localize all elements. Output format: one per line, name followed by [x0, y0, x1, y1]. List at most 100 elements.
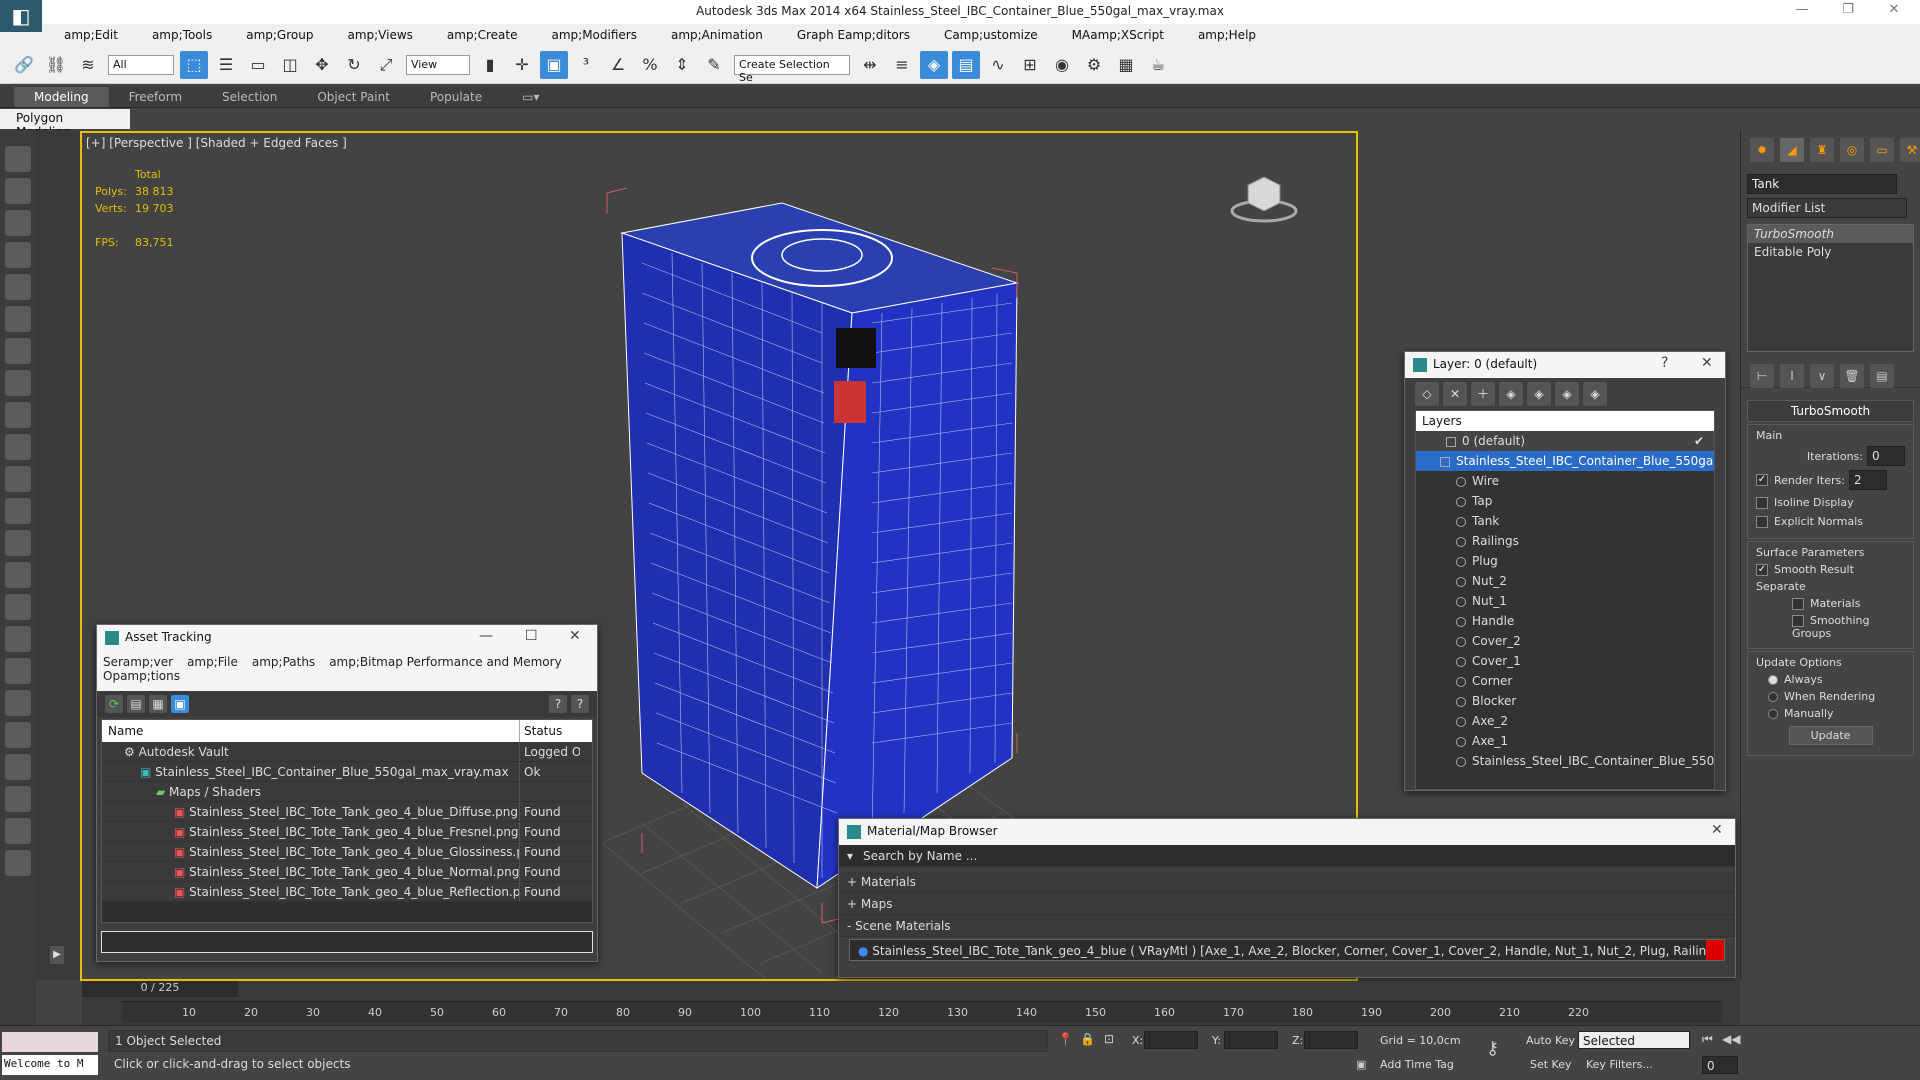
- viewport-tool-icon[interactable]: [5, 690, 31, 716]
- asset-path-field[interactable]: [101, 931, 593, 953]
- object-row[interactable]: Tank: [1416, 511, 1714, 531]
- x-coord-field[interactable]: [1144, 1031, 1198, 1049]
- absolute-mode-icon[interactable]: ⊡: [1104, 1032, 1114, 1046]
- manually-radio[interactable]: [1768, 709, 1778, 719]
- create-tab-icon[interactable]: ✹: [1750, 138, 1774, 162]
- menu-modifiers[interactable]: amp;Modifiers: [541, 24, 646, 46]
- time-slider-track[interactable]: [238, 981, 1738, 997]
- viewport-tool-icon[interactable]: [5, 306, 31, 332]
- object-row[interactable]: Nut_1: [1416, 591, 1714, 611]
- y-coord-field[interactable]: [1224, 1031, 1278, 1049]
- highlight-layer-icon[interactable]: ◈: [1527, 382, 1551, 406]
- table-row[interactable]: ▣ Stainless_Steel_IBC_Tote_Tank_geo_4_bl…: [102, 842, 592, 862]
- render-setup-icon[interactable]: ⚙: [1080, 51, 1108, 79]
- mirror-icon[interactable]: ⇹: [856, 51, 884, 79]
- menu-animation[interactable]: amp;Animation: [661, 24, 773, 46]
- ref-coord-dropdown[interactable]: View: [406, 54, 470, 75]
- viewport-tool-icon[interactable]: [5, 242, 31, 268]
- configure-sets-icon[interactable]: ▤: [1870, 364, 1894, 388]
- minimize-icon[interactable]: —: [479, 628, 493, 644]
- link-icon[interactable]: 🔗: [10, 51, 38, 79]
- iterations-spinner[interactable]: 0: [1867, 446, 1905, 466]
- show-end-result-icon[interactable]: Ⅰ: [1780, 364, 1804, 388]
- tab-populate[interactable]: Populate: [410, 87, 502, 107]
- menu-file[interactable]: amp;File: [187, 655, 238, 669]
- display-tab-icon[interactable]: ▭: [1870, 138, 1894, 162]
- key-mode-dropdown[interactable]: Selected: [1578, 1031, 1690, 1049]
- smoothing-groups-checkbox[interactable]: [1792, 615, 1804, 627]
- bind-spacewarp-icon[interactable]: ≋: [74, 51, 102, 79]
- pin-stack-icon[interactable]: ⊢: [1750, 364, 1774, 388]
- explicit-normals-checkbox[interactable]: [1756, 516, 1768, 528]
- unlink-icon[interactable]: ⛓: [42, 51, 70, 79]
- window-crossing-icon[interactable]: ◫: [276, 51, 304, 79]
- hierarchy-tab-icon[interactable]: ♜: [1810, 138, 1834, 162]
- menu-help[interactable]: amp;Help: [1188, 24, 1266, 46]
- help-icon[interactable]: ?: [1661, 355, 1668, 371]
- current-frame-field[interactable]: 0: [1702, 1056, 1738, 1074]
- motion-tab-icon[interactable]: ◎: [1840, 138, 1864, 162]
- select-objects-icon[interactable]: ◈: [1499, 382, 1523, 406]
- z-coord-field[interactable]: [1304, 1031, 1358, 1049]
- viewport-tool-icon[interactable]: [5, 434, 31, 460]
- stack-item-editable-poly[interactable]: Editable Poly: [1748, 243, 1913, 261]
- hide-all-icon[interactable]: ◈: [1555, 382, 1579, 406]
- asset-tracking-titlebar[interactable]: Asset Tracking — ☐ ✕: [97, 625, 597, 651]
- viewport-tool-icon[interactable]: [5, 658, 31, 684]
- add-time-tag[interactable]: Add Time Tag: [1380, 1058, 1454, 1071]
- table-view-icon[interactable]: ▣: [171, 695, 189, 713]
- rotate-icon[interactable]: ↻: [340, 51, 368, 79]
- menu-bitmap-performance[interactable]: amp;Bitmap Performance and Memory: [329, 655, 562, 669]
- viewport-tool-icon[interactable]: [5, 146, 31, 172]
- isoline-checkbox[interactable]: [1756, 497, 1768, 509]
- menu-options[interactable]: Opamp;tions: [103, 669, 180, 683]
- list-view-icon[interactable]: ▤: [127, 695, 145, 713]
- object-row[interactable]: Plug: [1416, 551, 1714, 571]
- maximize-icon[interactable]: ❐: [1830, 2, 1866, 22]
- tab-selection[interactable]: Selection: [202, 87, 297, 107]
- stack-item-turbosmooth[interactable]: TurboSmooth: [1748, 225, 1913, 243]
- maxscript-listener-mini[interactable]: [2, 1032, 98, 1052]
- scene-materials-group[interactable]: - Scene Materials: [839, 915, 1735, 937]
- vault-help-icon[interactable]: ?: [571, 695, 589, 713]
- viewport-tool-icon[interactable]: [5, 562, 31, 588]
- viewport-tool-icon[interactable]: [5, 530, 31, 556]
- object-row[interactable]: Axe_2: [1416, 711, 1714, 731]
- viewport-tool-icon[interactable]: [5, 274, 31, 300]
- selection-filter-dropdown[interactable]: All: [108, 54, 174, 75]
- welcome-field[interactable]: Welcome to M: [2, 1055, 98, 1075]
- viewport-tool-icon[interactable]: [5, 850, 31, 876]
- update-button[interactable]: Update: [1788, 726, 1873, 745]
- move-icon[interactable]: ✥: [308, 51, 336, 79]
- table-row[interactable]: ▣ Stainless_Steel_IBC_Tote_Tank_geo_4_bl…: [102, 862, 592, 882]
- render-production-icon[interactable]: ☕: [1144, 51, 1172, 79]
- viewport-tool-icon[interactable]: [5, 818, 31, 844]
- create-layer-icon[interactable]: ◇: [1415, 382, 1439, 406]
- scene-material-entry[interactable]: ● Stainless_Steel_IBC_Tote_Tank_geo_4_bl…: [849, 939, 1725, 961]
- search-field[interactable]: ▾ Search by Name ...: [839, 845, 1735, 867]
- viewport-tool-icon[interactable]: [5, 466, 31, 492]
- menu-views[interactable]: amp;Views: [337, 24, 422, 46]
- menu-maxscript[interactable]: MAamp;XScript: [1062, 24, 1174, 46]
- isolate-icon[interactable]: 📍: [1058, 1032, 1073, 1046]
- freeze-all-icon[interactable]: ◈: [1583, 382, 1607, 406]
- object-row[interactable]: Stainless_Steel_IBC_Container_Blue_550ga…: [1416, 751, 1714, 771]
- goto-start-icon[interactable]: ⏮: [1702, 1032, 1713, 1047]
- rendered-frame-icon[interactable]: ▦: [1112, 51, 1140, 79]
- menu-create[interactable]: amp;Create: [437, 24, 528, 46]
- object-row[interactable]: Cover_1: [1416, 651, 1714, 671]
- time-slider[interactable]: 0 / 225: [82, 981, 238, 997]
- angle-snap-icon[interactable]: ∠: [604, 51, 632, 79]
- layer-dialog-titlebar[interactable]: Layer: 0 (default)? ✕: [1405, 352, 1725, 378]
- edit-named-sel-icon[interactable]: ✎: [700, 51, 728, 79]
- modify-tab-icon[interactable]: ◢: [1780, 138, 1804, 162]
- graphite-toggle-icon[interactable]: ▤: [952, 50, 980, 79]
- ribbon-options-icon[interactable]: ▭▾: [502, 87, 559, 107]
- thumbnail-view-icon[interactable]: ▦: [149, 695, 167, 713]
- layer-row-default[interactable]: 0 (default) ✔: [1416, 431, 1714, 451]
- key-filters-button[interactable]: Key Filters...: [1586, 1058, 1653, 1071]
- expand-arrow-icon[interactable]: ▶: [50, 946, 64, 964]
- help-icon[interactable]: ?: [549, 695, 567, 713]
- options-chevron-icon[interactable]: ▾: [847, 849, 853, 863]
- object-row[interactable]: Blocker: [1416, 691, 1714, 711]
